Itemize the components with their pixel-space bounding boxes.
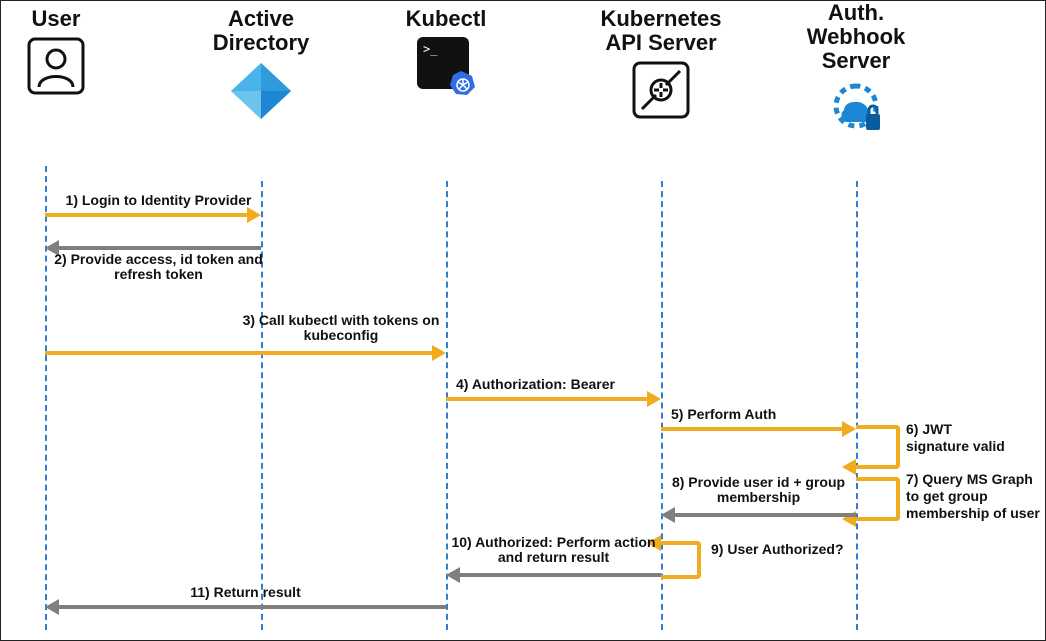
step-2-label: 2) Provide access, id token and refresh …	[46, 252, 271, 283]
step-6-loop	[856, 425, 900, 469]
participant-ad-title: Active Directory	[206, 7, 316, 55]
participant-api-title: Kubernetes API Server	[596, 7, 726, 55]
participant-user: User	[16, 7, 96, 100]
step-11-label: 11) Return result	[45, 585, 446, 600]
kubectl-icon: >_	[417, 37, 475, 100]
step-9-loop	[661, 541, 701, 579]
participant-kubectl-title: Kubectl	[396, 7, 496, 31]
step-6-label: 6) JWT signature valid	[906, 421, 1005, 455]
user-icon	[27, 37, 85, 100]
api-server-icon	[632, 61, 690, 124]
step-7-label: 7) Query MS Graph to get group membershi…	[906, 471, 1040, 521]
lifeline-webhook	[856, 181, 858, 630]
svg-text:>_: >_	[423, 42, 438, 56]
step-9-label: 9) User Authorized?	[711, 541, 851, 558]
step-10-label: 10) Authorized: Perform action and retur…	[446, 535, 661, 566]
lifeline-user	[45, 166, 47, 630]
step-5-label: 5) Perform Auth	[671, 407, 856, 422]
active-directory-icon	[229, 61, 293, 126]
step-7-loop	[856, 477, 900, 521]
step-8-label: 8) Provide user id + group membership	[661, 475, 856, 506]
webhook-server-icon	[826, 80, 886, 141]
participant-user-title: User	[16, 7, 96, 31]
participant-api: Kubernetes API Server	[596, 7, 726, 124]
step-4-label: 4) Authorization: Bearer	[456, 377, 661, 392]
participant-ad: Active Directory	[206, 7, 316, 126]
participant-webhook-title: Auth. Webhook Server	[801, 1, 911, 74]
sequence-diagram: User Active Directory Kubectl >_	[0, 0, 1046, 641]
step-3-label: 3) Call kubectl with tokens on kubeconfi…	[221, 313, 461, 344]
participant-kubectl: Kubectl >_	[396, 7, 496, 100]
lifeline-ad	[261, 181, 263, 630]
step-1-label: 1) Login to Identity Provider	[56, 193, 261, 208]
participant-webhook: Auth. Webhook Server	[801, 1, 911, 141]
